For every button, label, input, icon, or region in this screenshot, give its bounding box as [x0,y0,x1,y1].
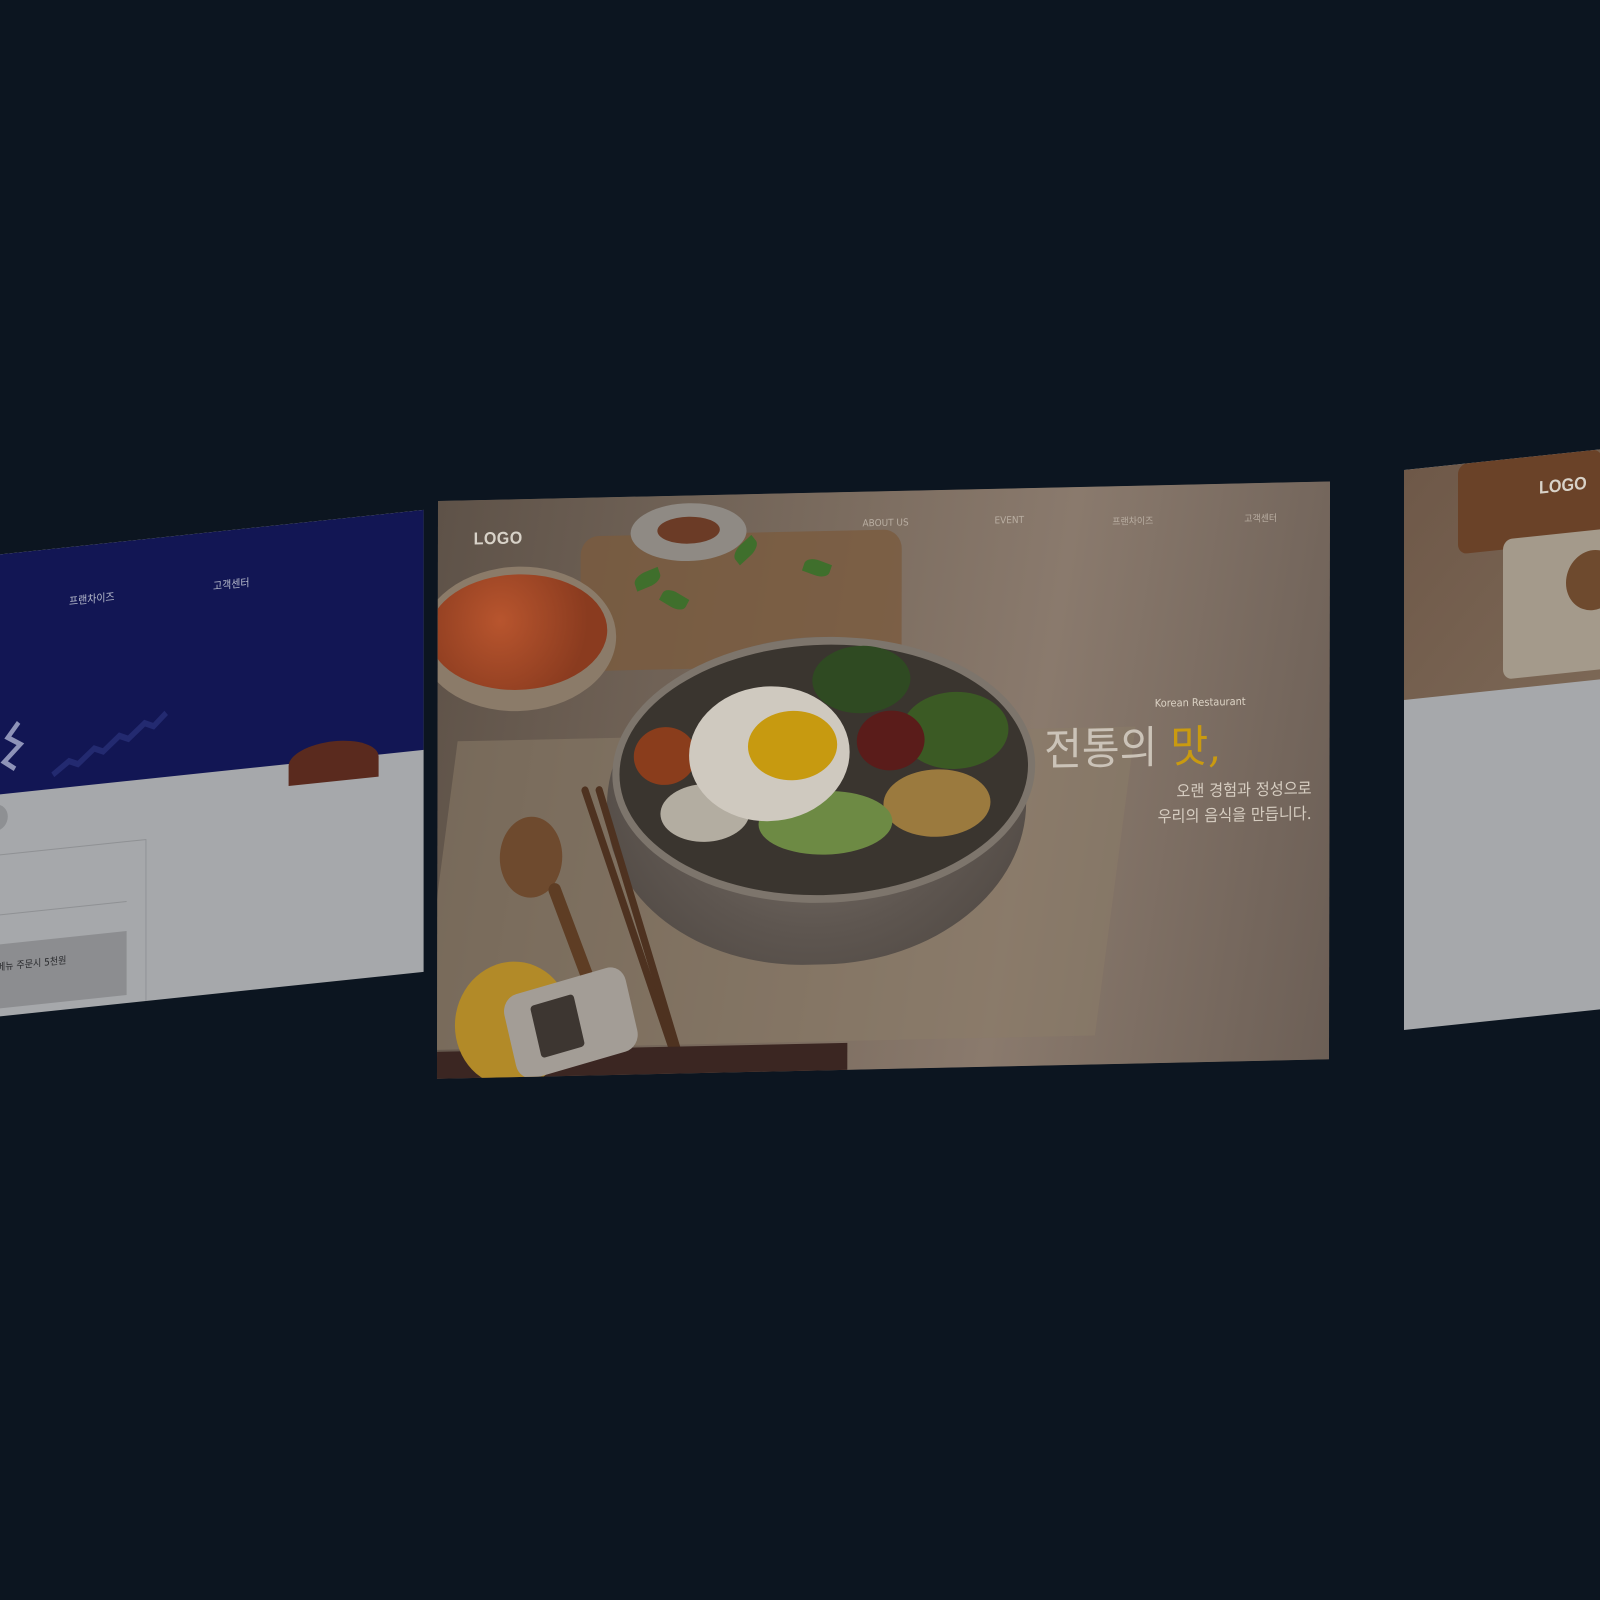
hero-title-accent: 맛, [1170,719,1222,773]
site-logo[interactable]: LOGO [474,528,523,549]
left-promo-text: 메뉴 주문시 5천원 [0,955,67,974]
left-page-preview[interactable]: 프랜차이즈 고객센터 메뉴 주문시 5천원 [0,509,424,1029]
center-page-preview[interactable]: LOGO ABOUT US EVENT 프랜차이즈 고객센터 Korean Re… [436,481,1331,1079]
nav-event[interactable]: EVENT [995,515,1025,526]
zigzag-line-decoration-icon [51,710,168,778]
hero-subtitle: 오랜 경험과 정성으로 우리의 음식을 만듭니다. [1062,777,1312,833]
mockup-stage: 프랜차이즈 고객센터 메뉴 주문시 5천원 LOGO ABOUT US EVEN… [0,0,1600,1600]
left-page-banner: 프랜차이즈 고객센터 [0,509,424,807]
hero-title-main: 전통의 [1044,720,1171,776]
hero-tagline: Korean Restaurant [1154,695,1246,710]
left-dish-decoration [288,736,379,787]
zigzag-decoration-icon [0,720,25,771]
left-nav-customer-center[interactable]: 고객센터 [213,574,249,594]
nav-customer-center[interactable]: 고객센터 [1244,510,1277,524]
right-hero-photo: LOGO [1404,413,1600,700]
hero-title: 전통의 맛, [1044,709,1312,778]
right-page-preview[interactable]: LOGO [1404,413,1600,1030]
nav-franchise[interactable]: 프랜차이즈 [1112,512,1153,527]
nav-about-us[interactable]: ABOUT US [863,518,909,530]
left-circle-decoration [0,803,8,833]
left-nav-franchise[interactable]: 프랜차이즈 [69,588,115,609]
